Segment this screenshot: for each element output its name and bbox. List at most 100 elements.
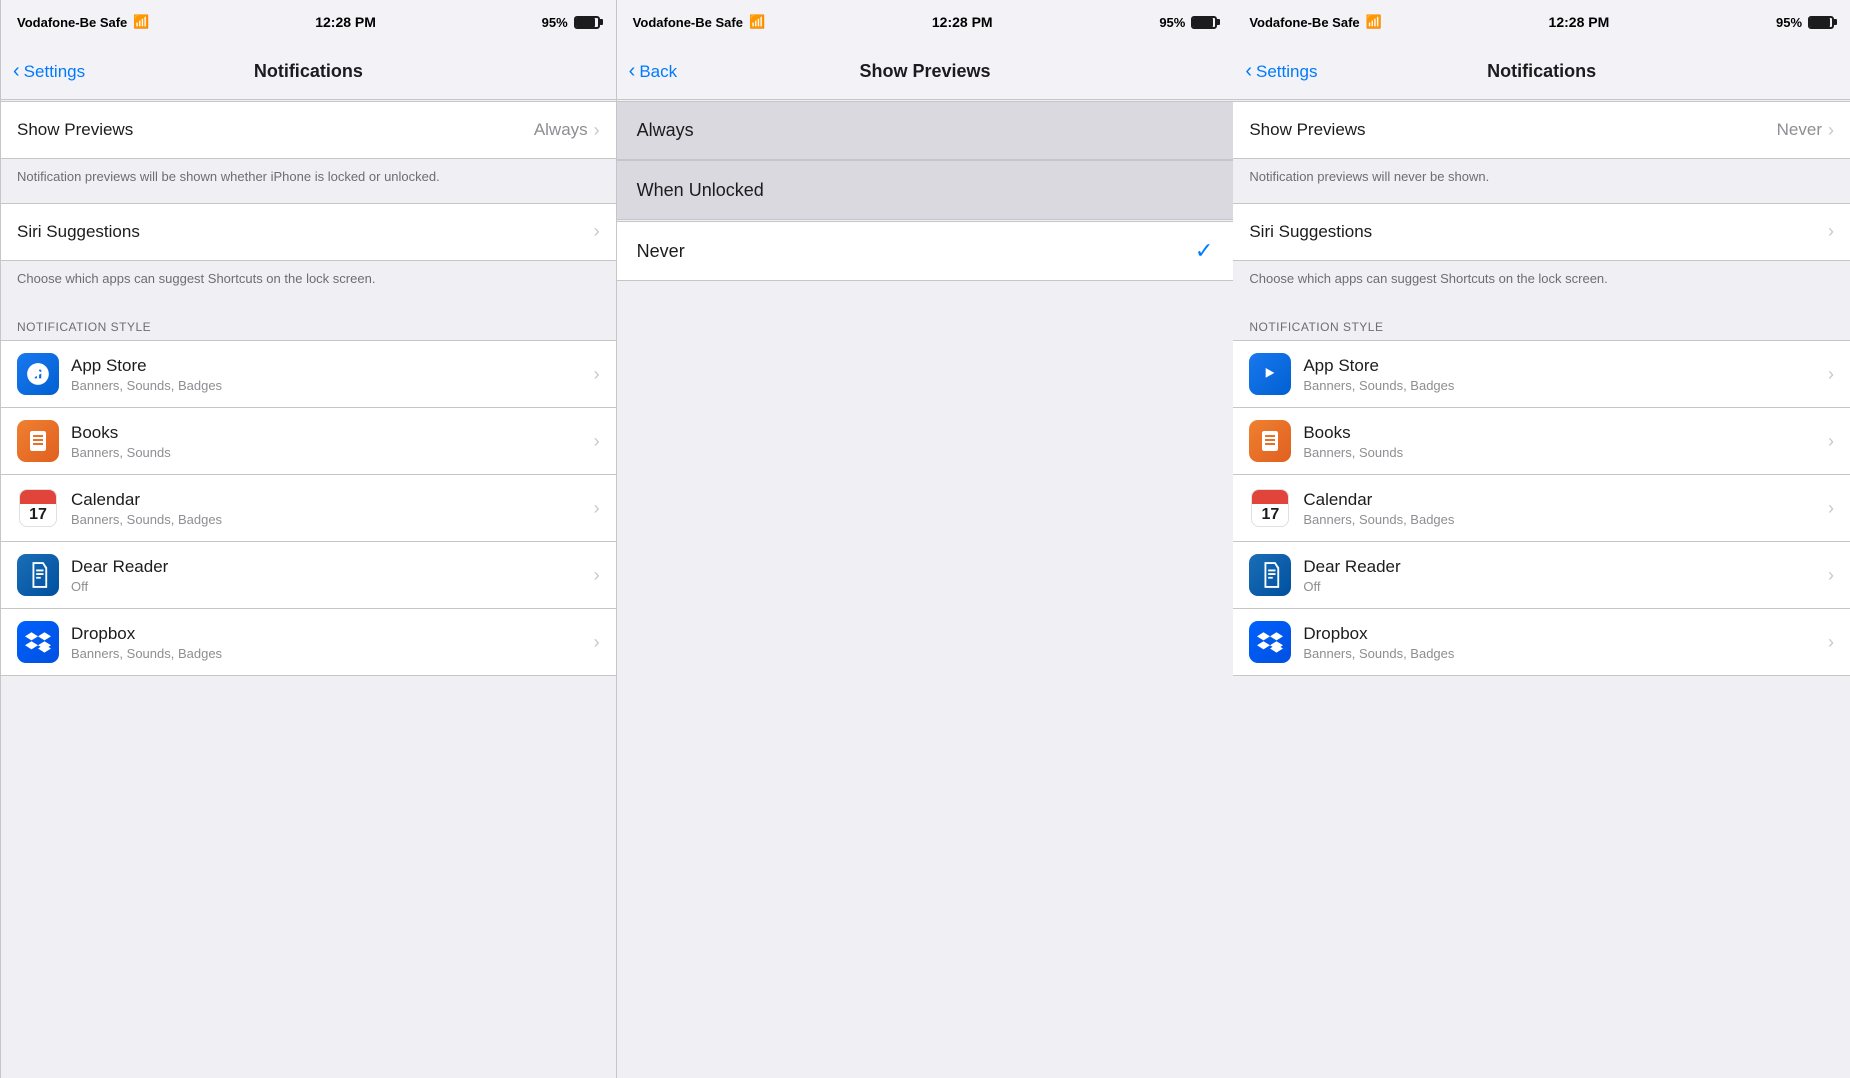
picker-section-middle: Always When Unlocked xyxy=(617,101,1234,220)
app-row-calendar-right[interactable]: 17 Calendar Banners, Sounds, Badges › xyxy=(1233,475,1850,542)
app-detail-appstore-left: Banners, Sounds, Badges xyxy=(71,378,594,393)
picker-never-label: Never xyxy=(637,241,1195,262)
app-icon-books-left xyxy=(17,420,59,462)
show-previews-footer-right: Notification previews will never be show… xyxy=(1233,159,1850,203)
picker-always-label: Always xyxy=(637,120,1214,141)
show-previews-row-left[interactable]: Show Previews Always › xyxy=(1,102,616,158)
app-row-appstore-left[interactable]: App Store Banners, Sounds, Badges › xyxy=(1,341,616,408)
app-chevron-calendar-left: › xyxy=(594,498,600,519)
app-name-appstore-left: App Store xyxy=(71,356,594,376)
app-name-dropbox-right: Dropbox xyxy=(1303,624,1828,644)
app-chevron-dearreader-right: › xyxy=(1828,565,1834,586)
app-icon-calendar-left: 17 xyxy=(17,487,59,529)
wifi-icon-right: 📶 xyxy=(1366,14,1382,30)
app-row-dropbox-left[interactable]: Dropbox Banners, Sounds, Badges › xyxy=(1,609,616,675)
back-chevron-right: ‹ xyxy=(1245,60,1252,83)
back-label-left[interactable]: Settings xyxy=(24,62,85,82)
app-detail-books-right: Banners, Sounds xyxy=(1303,445,1828,460)
app-row-books-left[interactable]: Books Banners, Sounds › xyxy=(1,408,616,475)
nav-bar-right: ‹ Settings Notifications xyxy=(1233,44,1850,100)
battery-group-right: 95% xyxy=(1776,15,1834,30)
app-detail-calendar-right: Banners, Sounds, Badges xyxy=(1303,512,1828,527)
show-previews-row-right[interactable]: Show Previews Never › xyxy=(1233,102,1850,158)
siri-suggestions-row-right[interactable]: Siri Suggestions › xyxy=(1233,204,1850,260)
carrier-label: Vodafone-Be Safe xyxy=(17,15,127,30)
status-bar-left-group: Vodafone-Be Safe 📶 xyxy=(17,14,149,30)
time-label-right: 12:28 PM xyxy=(1549,14,1610,30)
app-row-dearreader-left[interactable]: Dear Reader Off › xyxy=(1,542,616,609)
siri-suggestions-label-right: Siri Suggestions xyxy=(1249,222,1372,241)
app-chevron-books-right: › xyxy=(1828,431,1834,452)
nav-title-right: Notifications xyxy=(1487,61,1596,82)
app-icon-calendar-right: 17 xyxy=(1249,487,1291,529)
app-detail-books-left: Banners, Sounds xyxy=(71,445,594,460)
siri-suggestions-row-left[interactable]: Siri Suggestions › xyxy=(1,204,616,260)
app-name-appstore-right: App Store xyxy=(1303,356,1828,376)
picker-row-always[interactable]: Always xyxy=(617,102,1234,160)
status-bar-middle-left: Vodafone-Be Safe 📶 xyxy=(633,14,765,30)
battery-percent-middle: 95% xyxy=(1159,15,1185,30)
wifi-icon-middle: 📶 xyxy=(749,14,765,30)
app-detail-dropbox-right: Banners, Sounds, Badges xyxy=(1303,646,1828,661)
apps-group-left: App Store Banners, Sounds, Badges › Book… xyxy=(1,340,616,676)
app-icon-appstore-left xyxy=(17,353,59,395)
app-icon-dropbox-left xyxy=(17,621,59,663)
app-chevron-dearreader-left: › xyxy=(594,565,600,586)
status-bar-middle: Vodafone-Be Safe 📶 12:28 PM 95% xyxy=(617,0,1234,44)
app-chevron-calendar-right: › xyxy=(1828,498,1834,519)
app-row-calendar-left[interactable]: 17 Calendar Banners, Sounds, Badges › xyxy=(1,475,616,542)
show-previews-group-right: Show Previews Never › xyxy=(1233,101,1850,159)
app-row-dropbox-right[interactable]: Dropbox Banners, Sounds, Badges › xyxy=(1233,609,1850,675)
app-name-dearreader-left: Dear Reader xyxy=(71,557,594,577)
back-chevron-left: ‹ xyxy=(13,60,20,83)
battery-percent-right: 95% xyxy=(1776,15,1802,30)
battery-icon-middle xyxy=(1191,16,1217,29)
back-label-right[interactable]: Settings xyxy=(1256,62,1317,82)
app-name-dropbox-left: Dropbox xyxy=(71,624,594,644)
carrier-label-right: Vodafone-Be Safe xyxy=(1249,15,1359,30)
battery-icon-left xyxy=(574,16,600,29)
app-icon-dearreader-left xyxy=(17,554,59,596)
nav-title-middle: Show Previews xyxy=(859,61,990,82)
nav-title-left: Notifications xyxy=(254,61,363,82)
apps-group-right: App Store Banners, Sounds, Badges › Book… xyxy=(1233,340,1850,676)
notification-style-label-right: NOTIFICATION STYLE xyxy=(1233,304,1850,340)
app-name-books-left: Books xyxy=(71,423,594,443)
app-detail-dropbox-left: Banners, Sounds, Badges xyxy=(71,646,594,661)
back-chevron-middle: ‹ xyxy=(629,60,636,83)
siri-footer-right: Choose which apps can suggest Shortcuts … xyxy=(1233,261,1850,305)
show-previews-label-left: Show Previews xyxy=(17,120,133,139)
picker-row-when-unlocked[interactable]: When Unlocked xyxy=(617,161,1234,219)
siri-suggestions-group-left: Siri Suggestions › xyxy=(1,203,616,261)
back-button-right[interactable]: ‹ Settings xyxy=(1245,61,1317,83)
show-previews-chevron-right: › xyxy=(1828,120,1834,141)
back-label-middle[interactable]: Back xyxy=(639,62,677,82)
notification-style-label-left: NOTIFICATION STYLE xyxy=(1,304,616,340)
siri-suggestions-chevron-left: › xyxy=(594,221,600,242)
app-icon-dearreader-right xyxy=(1249,554,1291,596)
app-name-calendar-right: Calendar xyxy=(1303,490,1828,510)
app-chevron-books-left: › xyxy=(594,431,600,452)
battery-group-middle: 95% xyxy=(1159,15,1217,30)
nav-bar-left: ‹ Settings Notifications xyxy=(1,44,616,100)
app-chevron-dropbox-left: › xyxy=(594,632,600,653)
picker-row-never[interactable]: Never ✓ xyxy=(617,222,1234,280)
time-label-middle: 12:28 PM xyxy=(932,14,993,30)
app-chevron-appstore-right: › xyxy=(1828,364,1834,385)
app-chevron-appstore-left: › xyxy=(594,364,600,385)
app-row-dearreader-right[interactable]: Dear Reader Off › xyxy=(1233,542,1850,609)
show-previews-value-right: Never xyxy=(1777,120,1822,140)
app-row-appstore-right[interactable]: App Store Banners, Sounds, Badges › xyxy=(1233,341,1850,408)
battery-icon-right xyxy=(1808,16,1834,29)
back-button-left[interactable]: ‹ Settings xyxy=(13,61,85,83)
app-icon-dropbox-right xyxy=(1249,621,1291,663)
status-bar-right: Vodafone-Be Safe 📶 12:28 PM 95% xyxy=(1233,0,1850,44)
content-right: Show Previews Never › Notification previ… xyxy=(1233,100,1850,1078)
siri-suggestions-label-left: Siri Suggestions xyxy=(17,222,140,241)
app-icon-appstore-right xyxy=(1249,353,1291,395)
battery-group-left: 95% xyxy=(542,15,600,30)
app-row-books-right[interactable]: Books Banners, Sounds › xyxy=(1233,408,1850,475)
middle-panel: Vodafone-Be Safe 📶 12:28 PM 95% ‹ Back S… xyxy=(617,0,1234,1078)
back-button-middle[interactable]: ‹ Back xyxy=(629,61,677,83)
carrier-label-middle: Vodafone-Be Safe xyxy=(633,15,743,30)
